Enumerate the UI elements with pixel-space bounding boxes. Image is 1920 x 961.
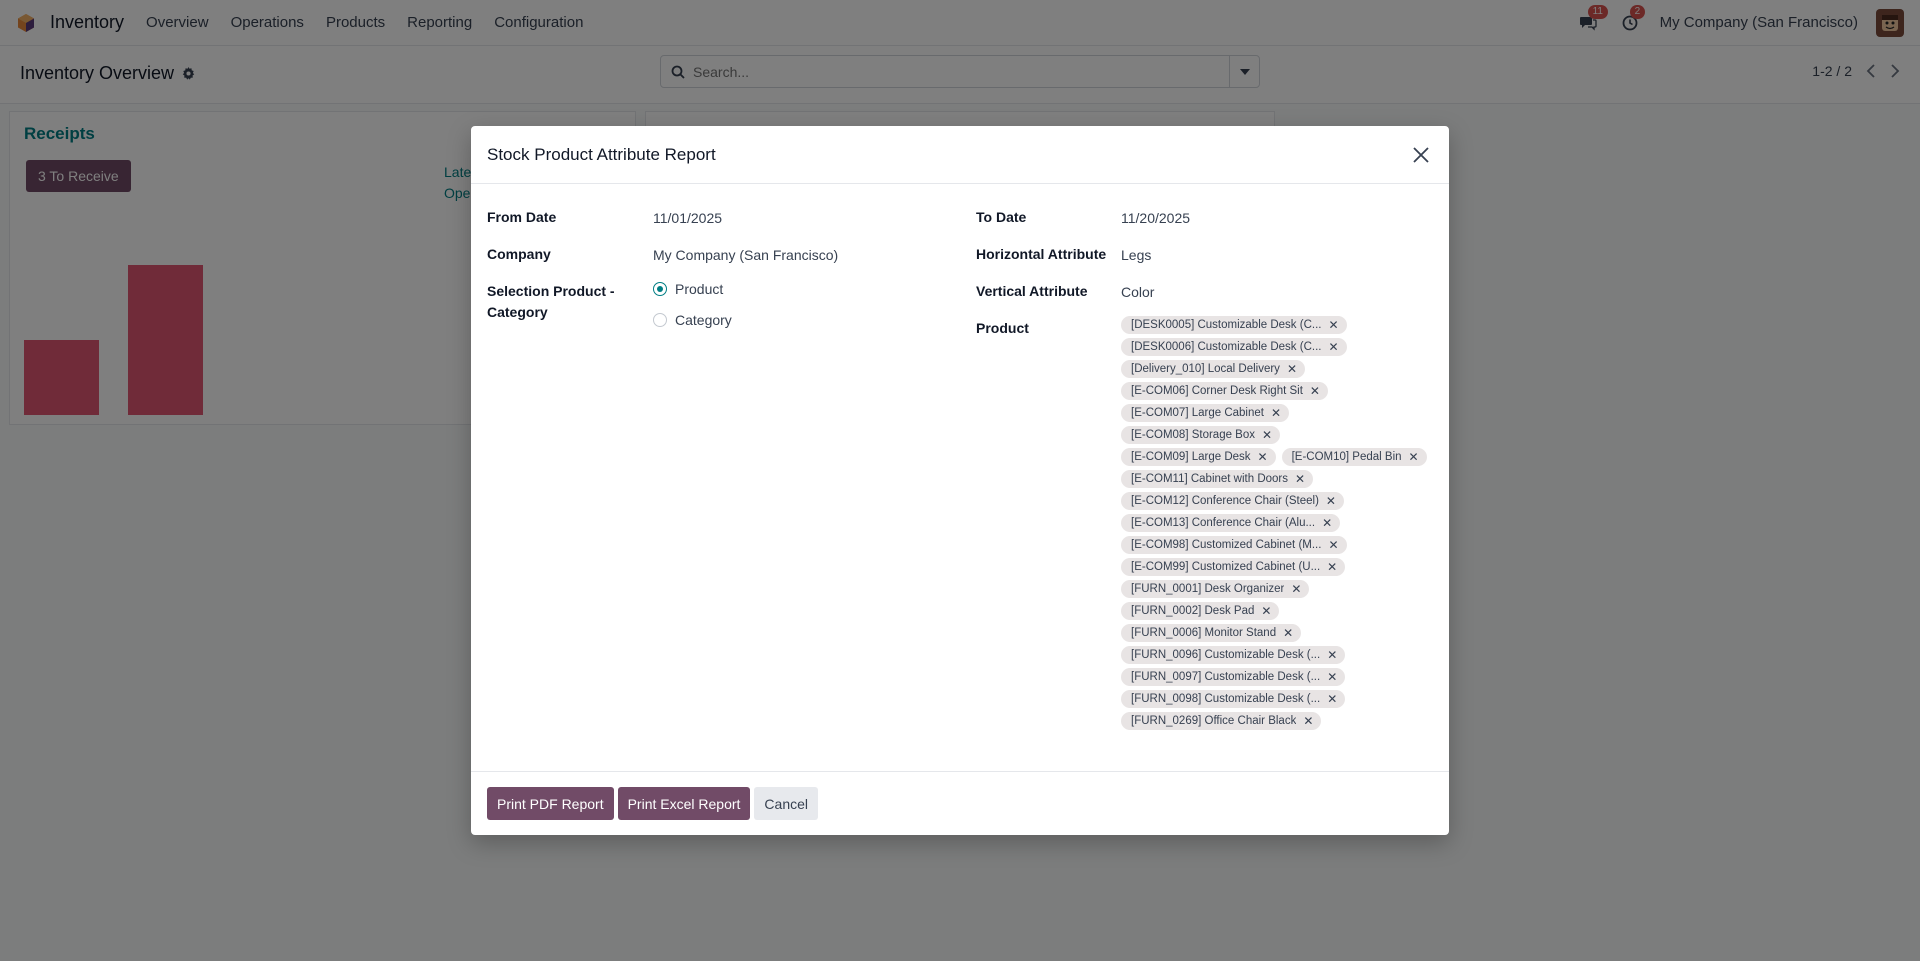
dialog-title: Stock Product Attribute Report xyxy=(487,144,716,164)
radio-label-category: Category xyxy=(675,312,732,328)
product-tags-field[interactable]: [DESK0005] Customizable Desk (C... ✕ [DESK… xyxy=(1121,316,1431,730)
product-tag: [FURN_0097] Customizable Desk (... ✕ xyxy=(1121,668,1346,686)
remove-tag-icon[interactable]: ✕ xyxy=(1291,582,1301,596)
product-tag-label: [FURN_0098] Customizable Desk (... xyxy=(1131,693,1321,705)
product-tag-label: [E-COM07] Large Cabinet xyxy=(1131,407,1264,419)
selection-type-label: Selection Product - Category xyxy=(487,283,615,320)
remove-tag-icon[interactable]: ✕ xyxy=(1327,670,1337,684)
remove-tag-icon[interactable]: ✕ xyxy=(1327,560,1337,574)
product-tag-label: [FURN_0006] Monitor Stand xyxy=(1131,627,1277,639)
product-tag-label: [E-COM13] Conference Chair (Alu... xyxy=(1131,517,1316,529)
remove-tag-icon[interactable]: ✕ xyxy=(1295,472,1305,486)
remove-tag-icon[interactable]: ✕ xyxy=(1310,384,1320,398)
product-tag: [DESK0005] Customizable Desk (C... ✕ xyxy=(1121,316,1347,334)
remove-tag-icon[interactable]: ✕ xyxy=(1283,626,1293,640)
report-dialog: Stock Product Attribute Report From Date… xyxy=(471,126,1449,835)
vertical-attribute-label: Vertical Attribute xyxy=(976,283,1088,299)
horizontal-attribute-label: Horizontal Attribute xyxy=(976,246,1107,262)
product-tag-label: [FURN_0269] Office Chair Black xyxy=(1131,715,1297,727)
remove-tag-icon[interactable]: ✕ xyxy=(1261,604,1271,618)
product-tag: [E-COM13] Conference Chair (Alu... ✕ xyxy=(1121,514,1341,532)
to-date-field[interactable]: 11/20/2025 xyxy=(1121,208,1190,229)
product-tag: [FURN_0269] Office Chair Black ✕ xyxy=(1121,712,1322,730)
product-tag-label: [FURN_0001] Desk Organizer xyxy=(1131,583,1285,595)
product-tag: [E-COM10] Pedal Bin ✕ xyxy=(1281,448,1427,466)
product-tag: [E-COM11] Cabinet with Doors ✕ xyxy=(1121,470,1314,488)
dialog-header: Stock Product Attribute Report xyxy=(471,126,1449,184)
horizontal-attribute-field[interactable]: Legs xyxy=(1121,245,1151,266)
product-label: Product xyxy=(976,320,1029,336)
company-field[interactable]: My Company (San Francisco) xyxy=(653,245,838,266)
product-tag-label: [E-COM09] Large Desk xyxy=(1131,451,1251,463)
remove-tag-icon[interactable]: ✕ xyxy=(1287,362,1297,376)
vertical-attribute-field[interactable]: Color xyxy=(1121,282,1154,303)
dialog-footer: Print PDF Report Print Excel Report Canc… xyxy=(471,771,1449,835)
product-tag-label: [E-COM99] Customized Cabinet (U... xyxy=(1131,561,1321,573)
close-icon xyxy=(1413,146,1429,163)
remove-tag-icon[interactable]: ✕ xyxy=(1328,340,1338,354)
remove-tag-icon[interactable]: ✕ xyxy=(1262,428,1272,442)
product-tag-label: [FURN_0097] Customizable Desk (... xyxy=(1131,671,1321,683)
product-tag-label: [DESK0006] Customizable Desk (C... xyxy=(1131,341,1322,353)
remove-tag-icon[interactable]: ✕ xyxy=(1328,538,1338,552)
product-tag: [E-COM12] Conference Chair (Steel) ✕ xyxy=(1121,492,1344,510)
from-date-field[interactable]: 11/01/2025 xyxy=(653,208,722,229)
product-tag-label: [E-COM06] Corner Desk Right Sit xyxy=(1131,385,1303,397)
remove-tag-icon[interactable]: ✕ xyxy=(1328,318,1338,332)
product-tag-label: [E-COM08] Storage Box xyxy=(1131,429,1255,441)
product-tag-label: [E-COM10] Pedal Bin xyxy=(1291,451,1402,463)
remove-tag-icon[interactable]: ✕ xyxy=(1322,516,1332,530)
product-tag: [FURN_0096] Customizable Desk (... ✕ xyxy=(1121,646,1346,664)
remove-tag-icon[interactable]: ✕ xyxy=(1258,450,1268,464)
product-tag: [E-COM98] Customized Cabinet (M... ✕ xyxy=(1121,536,1347,554)
remove-tag-icon[interactable]: ✕ xyxy=(1327,648,1337,662)
product-tag: [FURN_0098] Customizable Desk (... ✕ xyxy=(1121,690,1346,708)
cancel-button[interactable]: Cancel xyxy=(754,787,819,820)
product-tag: [FURN_0001] Desk Organizer ✕ xyxy=(1121,580,1310,598)
print-excel-button[interactable]: Print Excel Report xyxy=(617,787,751,820)
product-tag-label: [FURN_0096] Customizable Desk (... xyxy=(1131,649,1321,661)
remove-tag-icon[interactable]: ✕ xyxy=(1409,450,1419,464)
product-tag-label: [E-COM11] Cabinet with Doors xyxy=(1131,473,1289,485)
remove-tag-icon[interactable]: ✕ xyxy=(1327,692,1337,706)
company-label: Company xyxy=(487,246,551,262)
print-pdf-button[interactable]: Print PDF Report xyxy=(487,787,614,820)
radio-button-unchecked[interactable] xyxy=(653,313,667,327)
product-tag-label: [Delivery_010] Local Delivery xyxy=(1131,363,1280,375)
from-date-label: From Date xyxy=(487,209,557,225)
product-tag: [FURN_0006] Monitor Stand ✕ xyxy=(1121,624,1302,642)
product-tag: [E-COM08] Storage Box ✕ xyxy=(1121,426,1281,444)
product-tag-label: [E-COM98] Customized Cabinet (M... xyxy=(1131,539,1322,551)
product-tag: [Delivery_010] Local Delivery ✕ xyxy=(1121,360,1305,378)
product-tag: [E-COM09] Large Desk ✕ xyxy=(1121,448,1276,466)
product-tag: [E-COM99] Customized Cabinet (U... ✕ xyxy=(1121,558,1346,576)
product-tag-label: [E-COM12] Conference Chair (Steel) xyxy=(1131,495,1319,507)
remove-tag-icon[interactable]: ✕ xyxy=(1271,406,1281,420)
to-date-label: To Date xyxy=(976,209,1027,225)
radio-button-checked[interactable] xyxy=(653,282,667,296)
product-tag: [DESK0006] Customizable Desk (C... ✕ xyxy=(1121,338,1347,356)
product-tag: [FURN_0002] Desk Pad ✕ xyxy=(1121,602,1280,620)
radio-label-product: Product xyxy=(675,281,724,297)
remove-tag-icon[interactable]: ✕ xyxy=(1326,494,1336,508)
product-tag-label: [FURN_0002] Desk Pad xyxy=(1131,605,1255,617)
remove-tag-icon[interactable]: ✕ xyxy=(1303,714,1313,728)
product-tag: [E-COM07] Large Cabinet ✕ xyxy=(1121,404,1290,422)
radio-option-product[interactable]: Product xyxy=(653,281,723,297)
product-tag-label: [DESK0005] Customizable Desk (C... xyxy=(1131,319,1322,331)
product-tag: [E-COM06] Corner Desk Right Sit ✕ xyxy=(1121,382,1328,400)
close-button[interactable] xyxy=(1409,143,1433,167)
dialog-body: From Date 11/01/2025 Company My Company … xyxy=(471,184,1449,772)
radio-option-category[interactable]: Category xyxy=(653,312,732,328)
